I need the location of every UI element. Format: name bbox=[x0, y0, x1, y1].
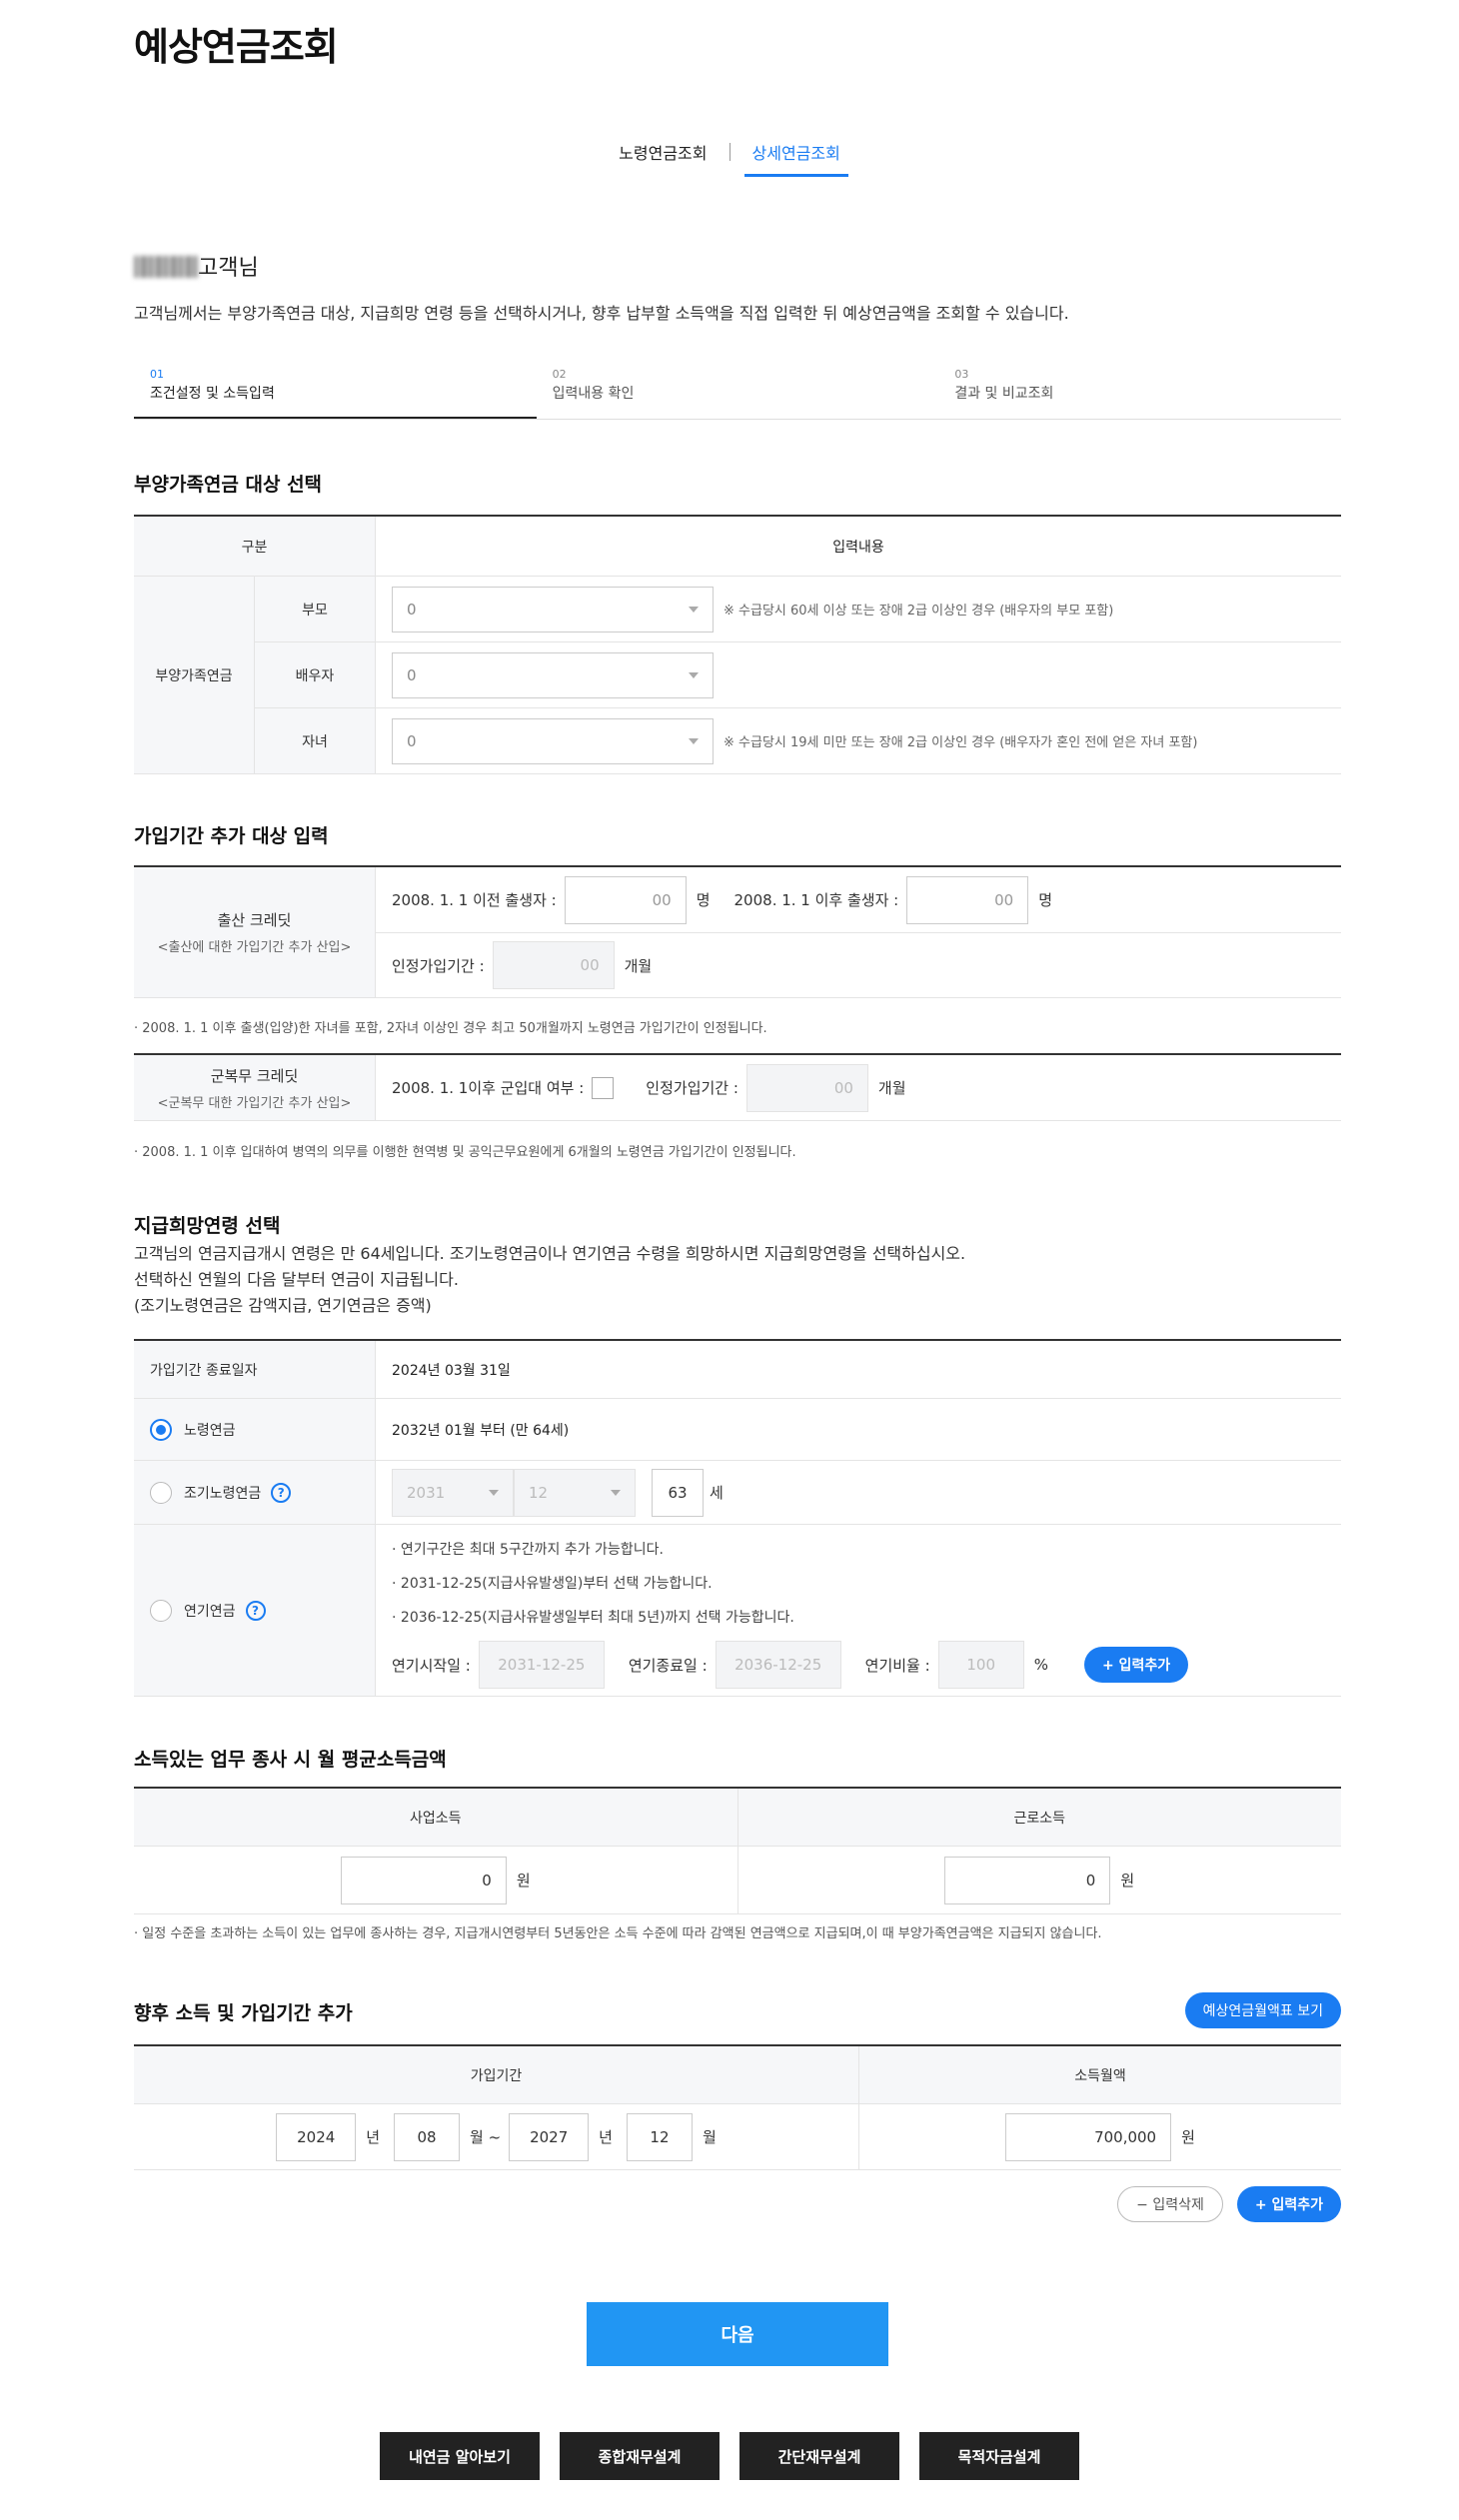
chevron-down-icon bbox=[689, 606, 699, 613]
step-3: 03 결과 및 비교조회 bbox=[954, 368, 1054, 402]
spouse-label: 배우자 bbox=[255, 642, 376, 707]
step-1: 01 조건설정 및 소득입력 bbox=[134, 368, 537, 419]
military-enlist-label: 2008. 1. 1이후 군입대 여부 : bbox=[392, 1079, 585, 1097]
business-income-input[interactable]: 0 bbox=[340, 1856, 507, 1904]
tab-detail-pension[interactable]: 상세연금조회 bbox=[743, 140, 848, 177]
child-count-select[interactable]: 0 bbox=[392, 717, 714, 764]
future-table: 가입기간 소득월액 2024 년 08 월 ~ 2027 년 12 월 700,… bbox=[134, 2044, 1341, 2170]
chevron-down-icon bbox=[689, 671, 699, 678]
credit-section-title: 가입기간 추가 대상 입력 bbox=[134, 825, 329, 847]
delete-row-button[interactable]: − 입력삭제 bbox=[1117, 2186, 1223, 2222]
age-section-title: 지급희망연령 선택 bbox=[134, 1215, 281, 1237]
military-enlist-checkbox[interactable] bbox=[592, 1076, 615, 1099]
deferred-pension-radio[interactable] bbox=[150, 1599, 172, 1622]
after-2008-label: 2008. 1. 1 이후 출생자 : bbox=[733, 891, 899, 909]
early-month-select: 12 bbox=[514, 1468, 636, 1517]
military-recognized-input: 00 bbox=[745, 1063, 868, 1112]
chevron-down-icon bbox=[611, 1489, 621, 1496]
deferred-ratio-input: 100 bbox=[937, 1641, 1024, 1689]
business-income-label: 사업소득 bbox=[134, 1789, 738, 1846]
deferred-note-2: · 2031-12-25(지급사유발생일)부터 선택 가능합니다. bbox=[392, 1576, 713, 1592]
deferred-end-input: 2036-12-25 bbox=[715, 1641, 841, 1689]
chevron-down-icon bbox=[689, 737, 699, 744]
child-label: 자녀 bbox=[255, 708, 376, 773]
before-2008-input[interactable]: 00 bbox=[564, 875, 687, 924]
pension-table-button[interactable]: 예상연금월액표 보기 bbox=[1184, 1992, 1341, 2028]
chevron-down-icon bbox=[489, 1489, 499, 1496]
after-2008-input[interactable]: 00 bbox=[906, 875, 1029, 924]
tab-basic-pension[interactable]: 노령연금조회 bbox=[611, 140, 715, 174]
birth-credit-header: 출산 크레딧 <출산에 대한 가입기간 추가 산입> bbox=[134, 867, 376, 997]
child-note: ※ 수급당시 19세 미만 또는 장애 2급 이상인 경우 (배우자가 혼인 전… bbox=[724, 735, 1198, 750]
start-month-input[interactable]: 08 bbox=[394, 2112, 461, 2161]
bottom-nav: 내연금 알아보기 종합재무설계 간단재무설계 목적자금설계 bbox=[0, 2432, 1459, 2480]
military-credit-note: · 2008. 1. 1 이후 입대하여 병역의 의무를 이행한 현역병 및 공… bbox=[134, 1145, 796, 1160]
dependents-group-label: 부양가족연금 bbox=[134, 577, 255, 774]
deferred-note-1: · 연기구간은 최대 5구간까지 추가 가능합니다. bbox=[392, 1542, 664, 1558]
help-icon[interactable]: ? bbox=[245, 1600, 266, 1621]
future-income-input[interactable]: 700,000 bbox=[1005, 2112, 1172, 2161]
birth-credit-table: 출산 크레딧 <출산에 대한 가입기간 추가 산입> 2008. 1. 1 이전… bbox=[134, 865, 1341, 998]
help-icon[interactable]: ? bbox=[271, 1482, 292, 1503]
military-recognized-label: 인정가입기간 : bbox=[646, 1079, 738, 1097]
parent-count-select[interactable]: 0 bbox=[392, 586, 714, 632]
parent-label: 부모 bbox=[255, 577, 376, 641]
step-indicator: 01 조건설정 및 소득입력 02 입력내용 확인 03 결과 및 비교조회 bbox=[134, 368, 1341, 420]
end-date-value: 2024년 03월 31일 bbox=[392, 1362, 511, 1379]
deferred-pension-option[interactable]: 연기연금? bbox=[134, 1525, 376, 1696]
page-title: 예상연금조회 bbox=[134, 25, 339, 69]
income-table: 사업소득 근로소득 0 원 0 원 bbox=[134, 1787, 1341, 1914]
early-pension-option[interactable]: 조기노령연금? bbox=[134, 1461, 376, 1524]
military-credit-table: 군복무 크레딧 <군복무 대한 가입기간 추가 산입> 2008. 1. 1이후… bbox=[134, 1053, 1341, 1121]
period-label: 가입기간 bbox=[134, 2046, 859, 2103]
col-input: 입력내용 bbox=[832, 539, 884, 556]
end-year-input[interactable]: 2027 bbox=[509, 2112, 590, 2161]
future-section-title: 향후 소득 및 가입기간 추가 bbox=[134, 2002, 353, 2024]
deferred-add-button[interactable]: + 입력추가 bbox=[1083, 1647, 1189, 1683]
old-age-radio[interactable] bbox=[150, 1418, 172, 1441]
simple-plan-button[interactable]: 간단재무설계 bbox=[739, 2432, 899, 2480]
end-month-input[interactable]: 12 bbox=[626, 2112, 693, 2161]
birth-credit-note: · 2008. 1. 1 이후 출생(입양)한 자녀를 포함, 2자녀 이상인 … bbox=[134, 1021, 767, 1036]
deferred-note-3: · 2036-12-25(지급사유발생일부터 최대 5년)까지 선택 가능합니다… bbox=[392, 1610, 794, 1626]
early-year-select: 2031 bbox=[392, 1468, 514, 1517]
my-pension-button[interactable]: 내연금 알아보기 bbox=[380, 2432, 540, 2480]
monthly-income-label: 소득월액 bbox=[859, 2046, 1341, 2103]
comprehensive-plan-button[interactable]: 종합재무설계 bbox=[560, 2432, 720, 2480]
recognized-period-input: 00 bbox=[492, 941, 615, 989]
age-description: 고객님의 연금지급개시 연령은 만 64세입니다. 조기노령연금이나 연기연금 … bbox=[134, 1244, 966, 1315]
start-year-input[interactable]: 2024 bbox=[276, 2112, 357, 2161]
old-age-option[interactable]: 노령연금 bbox=[134, 1399, 376, 1460]
deferred-end-label: 연기종료일 : bbox=[628, 1656, 708, 1675]
parent-note: ※ 수급당시 60세 이상 또는 장애 2급 이상인 경우 (배우자의 부모 포… bbox=[724, 604, 1114, 619]
goal-fund-button[interactable]: 목적자금설계 bbox=[919, 2432, 1079, 2480]
labor-income-input[interactable]: 0 bbox=[944, 1856, 1111, 1904]
customer-name-masked bbox=[134, 256, 198, 278]
dependents-table: 구분 입력내용 부양가족연금 부모 0 ※ 수급당시 60세 이상 또는 장애 … bbox=[134, 515, 1341, 774]
deferred-ratio-label: 연기비율 : bbox=[864, 1656, 930, 1675]
spouse-count-select[interactable]: 0 bbox=[392, 651, 714, 698]
labor-income-label: 근로소득 bbox=[737, 1789, 1341, 1846]
dependents-section-title: 부양가족연금 대상 선택 bbox=[134, 474, 323, 496]
income-note: · 일정 수준을 초과하는 소득이 있는 업무에 종사하는 경우, 지급개시연령… bbox=[134, 1926, 1102, 1941]
deferred-start-label: 연기시작일 : bbox=[392, 1656, 471, 1675]
income-section-title: 소득있는 업무 종사 시 월 평균소득금액 bbox=[134, 1749, 447, 1771]
tab-bar: 노령연금조회 상세연금조회 bbox=[0, 140, 1459, 177]
early-pension-radio[interactable] bbox=[150, 1481, 172, 1504]
early-age-input: 63 bbox=[652, 1468, 704, 1517]
next-button[interactable]: 다음 bbox=[587, 2302, 888, 2366]
add-row-button[interactable]: + 입력추가 bbox=[1236, 2186, 1341, 2222]
col-category: 구분 bbox=[134, 517, 376, 576]
recognized-period-label: 인정가입기간 : bbox=[392, 956, 485, 975]
military-credit-header: 군복무 크레딧 <군복무 대한 가입기간 추가 산입> bbox=[134, 1055, 376, 1120]
age-table: 가입기간 종료일자 2024년 03월 31일 노령연금 2032년 01월 부… bbox=[134, 1339, 1341, 1697]
old-age-value: 2032년 01월 부터 (만 64세) bbox=[392, 1422, 570, 1439]
step-2: 02 입력내용 확인 bbox=[552, 368, 635, 402]
before-2008-label: 2008. 1. 1 이전 출생자 : bbox=[392, 891, 557, 909]
intro-text: 고객님께서는 부양가족연금 대상, 지급희망 연령 등을 선택하시거나, 향후 … bbox=[134, 304, 1069, 323]
end-date-label: 가입기간 종료일자 bbox=[134, 1341, 376, 1398]
customer-greeting: 고객님 bbox=[134, 250, 259, 282]
deferred-start-input: 2031-12-25 bbox=[478, 1641, 605, 1689]
